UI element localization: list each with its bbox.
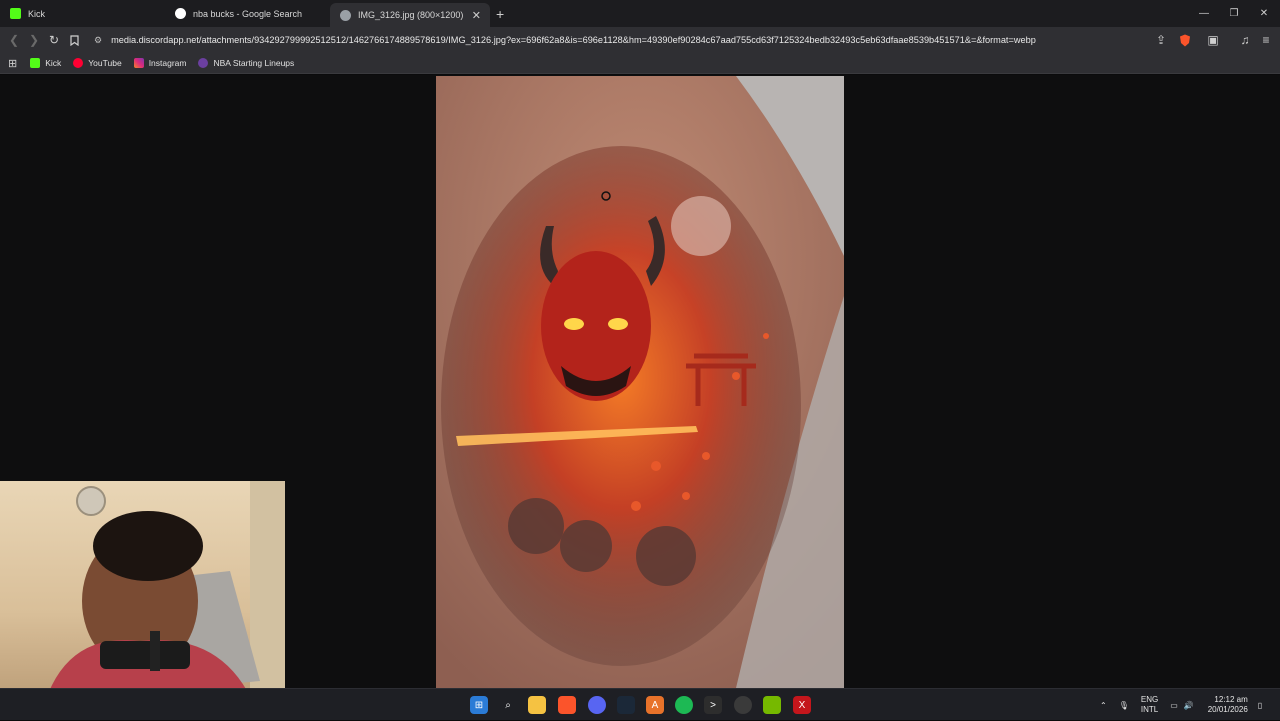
bookmark-button[interactable]	[64, 30, 84, 50]
system-tray: ⌃ 🎙 ENG INTL ▭ 🔊 12:12 am 20/01/2026 ▯	[1100, 689, 1262, 721]
media-icon[interactable]: ♫	[1235, 30, 1255, 50]
windows-taskbar: ⊞ ⌕ A > X ⌃ 🎙 ENG INTL ▭ 🔊 12:12 am 20/0…	[0, 688, 1280, 720]
apps-grid-icon[interactable]: ⊞	[8, 57, 17, 70]
bookmark-kick[interactable]: Kick	[30, 58, 61, 68]
notification-icon[interactable]: ▯	[1258, 701, 1262, 710]
bookmark-label: Kick	[45, 58, 62, 68]
navigation-toolbar: ❮ ❯ ↻ ⚙ media.discordapp.net/attachments…	[0, 27, 1280, 53]
kick-icon	[10, 8, 21, 19]
new-tab-button[interactable]: +	[496, 6, 504, 22]
bookmark-instagram[interactable]: Instagram	[133, 58, 187, 68]
spotify-icon[interactable]	[675, 696, 693, 714]
image-tab-icon	[340, 9, 351, 21]
bookmark-label: NBA Starting Lineups	[213, 58, 295, 68]
close-tab-icon[interactable]: ✕	[472, 9, 481, 22]
search-icon[interactable]: ⌕	[499, 696, 517, 714]
bookmarks-bar: ⊞ Kick YouTube Instagram NBA Starting Li…	[0, 53, 1280, 74]
restore-button[interactable]: ❐	[1218, 0, 1250, 27]
terminal-icon[interactable]: >	[704, 696, 722, 714]
tab-google-search[interactable]: nba bucks - Google Search	[165, 0, 330, 27]
bookmark-label: YouTube	[88, 58, 122, 68]
file-explorer-icon[interactable]	[528, 696, 546, 714]
nba-icon	[198, 58, 209, 68]
back-button[interactable]: ❮	[4, 30, 24, 50]
tab-image[interactable]: IMG_3126.jpg (800×1200) ✕	[330, 3, 490, 27]
url-text: media.discordapp.net/attachments/9342927…	[111, 35, 1036, 45]
volume-icon[interactable]: 🔊	[1184, 701, 1194, 710]
close-window-button[interactable]: ✕	[1248, 0, 1280, 27]
share-icon[interactable]: ⇪	[1151, 30, 1171, 50]
language-code: ENG	[1140, 695, 1159, 704]
sidebar-icon[interactable]: ▣	[1203, 30, 1223, 50]
obs-icon[interactable]	[734, 696, 752, 714]
bookmark-label: Instagram	[148, 58, 187, 68]
reload-button[interactable]: ↻	[44, 30, 64, 50]
brave-shields-icon[interactable]	[1175, 30, 1195, 50]
menu-icon[interactable]: ≡	[1256, 30, 1276, 50]
windows-start-icon[interactable]: ⊞	[470, 696, 488, 714]
tab-label: IMG_3126.jpg (800×1200)	[358, 10, 464, 20]
bookmark-icon	[69, 34, 79, 46]
language-layout: INTL	[1140, 705, 1159, 714]
tab-label: Kick	[28, 8, 46, 19]
steam-icon[interactable]	[617, 696, 635, 714]
tab-bar: Kick nba bucks - Google Search IMG_3126.…	[0, 0, 1280, 27]
nvidia-icon[interactable]	[763, 696, 781, 714]
youtube-icon	[73, 58, 84, 68]
clock-date: 20/01/2026	[1207, 705, 1248, 714]
webcam-overlay	[0, 481, 285, 720]
app-a-icon[interactable]: A	[646, 696, 664, 714]
google-icon	[175, 8, 186, 19]
clock-time: 12:12 am	[1214, 695, 1248, 704]
address-bar[interactable]: ⚙ media.discordapp.net/attachments/93429…	[88, 30, 1198, 50]
app-x-icon[interactable]: X	[793, 696, 811, 714]
tab-kick[interactable]: Kick	[0, 0, 165, 27]
chevron-up-icon[interactable]: ⌃	[1100, 701, 1107, 710]
oni-mask-tattoo-image[interactable]	[436, 76, 844, 688]
tab-label: nba bucks - Google Search	[193, 8, 303, 19]
brave-icon[interactable]	[558, 696, 576, 714]
discord-icon[interactable]	[588, 696, 606, 714]
minimize-button[interactable]: —	[1188, 0, 1220, 27]
instagram-icon	[133, 58, 144, 68]
bookmark-youtube[interactable]: YouTube	[73, 58, 122, 68]
microphone-icon[interactable]: 🎙	[1119, 701, 1129, 710]
kick-icon	[30, 58, 41, 68]
site-info-icon[interactable]: ⚙	[94, 35, 102, 46]
bookmark-nba-starting-lineups[interactable]: NBA Starting Lineups	[198, 58, 294, 68]
network-icon[interactable]: ▭	[1170, 701, 1178, 710]
clock[interactable]: 12:12 am 20/01/2026	[1208, 695, 1248, 715]
language-indicator[interactable]: ENG INTL	[1141, 695, 1158, 715]
forward-button[interactable]: ❯	[24, 30, 44, 50]
